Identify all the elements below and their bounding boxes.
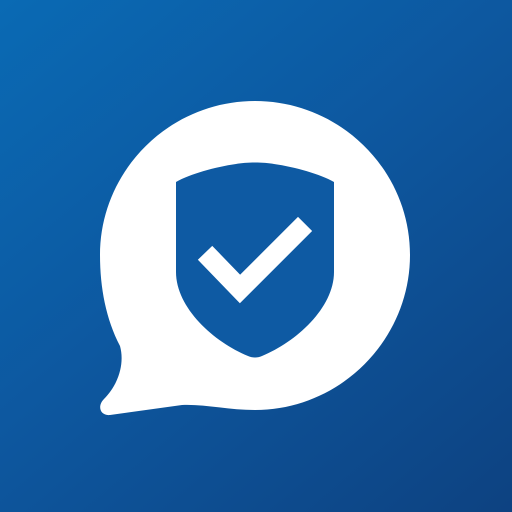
app-icon-graphic (100, 101, 410, 416)
app-icon (0, 0, 512, 512)
